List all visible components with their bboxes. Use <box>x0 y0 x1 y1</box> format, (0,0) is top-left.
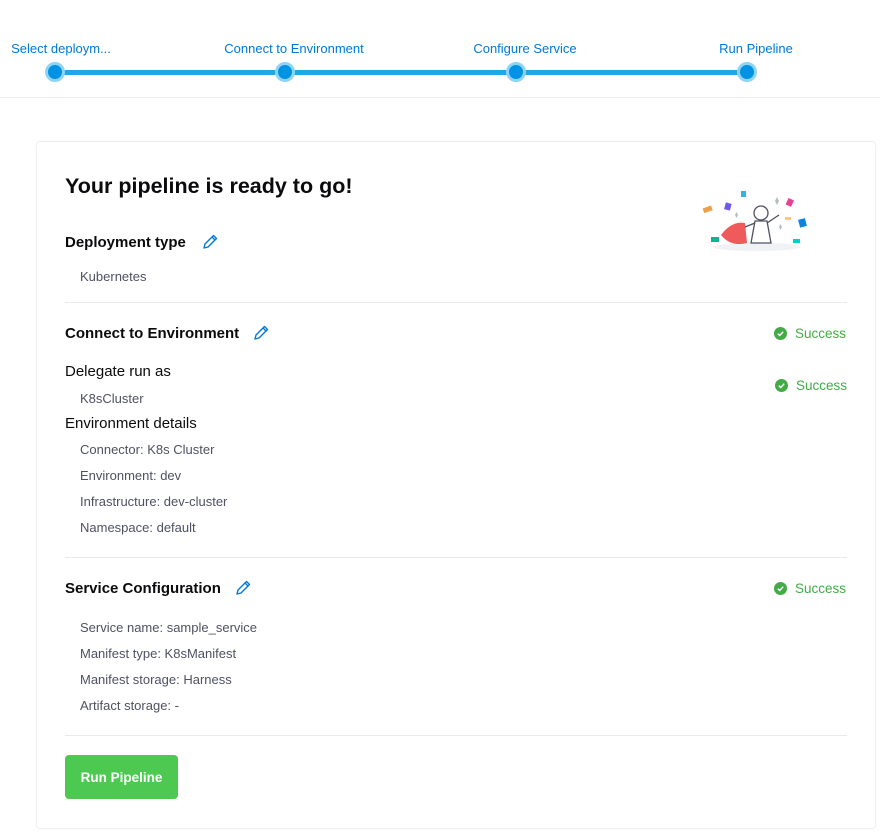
success-check-icon <box>774 582 787 595</box>
service-detail-manifest-type: Manifest type: K8sManifest <box>80 646 237 661</box>
step-dot-connect-environment[interactable] <box>275 62 295 82</box>
environment-details-heading: Environment details <box>65 415 197 432</box>
step-label-run-pipeline[interactable]: Run Pipeline <box>719 41 793 56</box>
page-title: Your pipeline is ready to go! <box>65 174 353 198</box>
delegate-value: K8sCluster <box>80 391 144 406</box>
step-dot-configure-service[interactable] <box>506 62 526 82</box>
step-label-connect-environment[interactable]: Connect to Environment <box>224 41 363 56</box>
deployment-type-heading: Deployment type <box>65 234 186 251</box>
environment-detail-connector: Connector: K8s Cluster <box>80 442 215 457</box>
divider <box>65 557 847 558</box>
connect-environment-heading: Connect to Environment <box>65 325 240 342</box>
success-check-icon <box>775 379 788 392</box>
service-detail-manifest-storage: Manifest storage: Harness <box>80 672 232 687</box>
deployment-type-value: Kubernetes <box>80 269 147 284</box>
wizard-stepper: Select deploym... Connect to Environment… <box>0 0 880 98</box>
environment-status-text: Success <box>795 326 847 341</box>
edit-environment-pencil-icon[interactable] <box>252 324 270 342</box>
success-check-icon <box>774 327 787 340</box>
step-label-configure-service[interactable]: Configure Service <box>473 41 576 56</box>
environment-detail-namespace: Namespace: default <box>80 520 196 535</box>
environment-detail-infrastructure: Infrastructure: dev-cluster <box>80 494 228 509</box>
delegate-status-badge: Success <box>775 378 847 393</box>
edit-service-pencil-icon[interactable] <box>234 579 252 597</box>
service-configuration-heading: Service Configuration <box>65 580 221 597</box>
step-label-select-deployment[interactable]: Select deploym... <box>11 41 111 56</box>
service-detail-artifact-storage: Artifact storage: - <box>80 698 179 713</box>
divider <box>65 735 847 736</box>
pipeline-summary-card: Your pipeline is ready to go! Deployment… <box>36 141 876 829</box>
step-dot-run-pipeline[interactable] <box>737 62 757 82</box>
service-detail-name: Service name: sample_service <box>80 620 258 635</box>
delegate-run-as-heading: Delegate run as <box>65 363 171 380</box>
environment-detail-environment: Environment: dev <box>80 468 182 483</box>
delegate-status-text: Success <box>796 378 848 393</box>
stepper-progress-line <box>55 70 747 75</box>
edit-deployment-type-pencil-icon[interactable] <box>201 233 219 251</box>
environment-status-badge: Success <box>774 326 846 341</box>
service-status-badge: Success <box>774 581 846 596</box>
run-pipeline-button[interactable]: Run Pipeline <box>65 755 178 799</box>
divider <box>65 302 847 303</box>
celebration-illustration-icon <box>699 187 811 257</box>
step-dot-select-deployment[interactable] <box>45 62 65 82</box>
service-status-text: Success <box>795 581 847 596</box>
